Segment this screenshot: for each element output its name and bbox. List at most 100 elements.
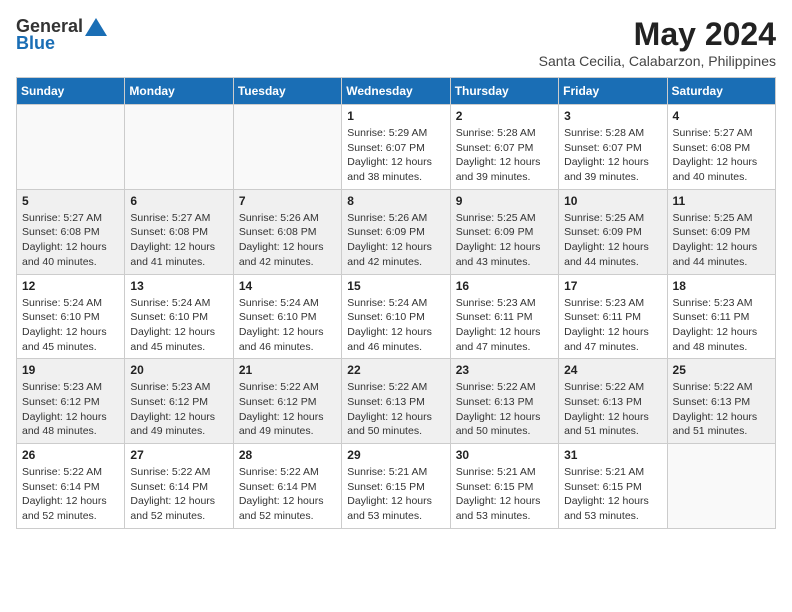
day-number: 22 — [347, 363, 444, 377]
day-info: Sunrise: 5:25 AMSunset: 6:09 PMDaylight:… — [564, 211, 661, 270]
page-header: General Blue May 2024 Santa Cecilia, Cal… — [16, 16, 776, 69]
calendar-cell: 18 Sunrise: 5:23 AMSunset: 6:11 PMDayligh… — [667, 274, 775, 359]
day-number: 3 — [564, 109, 661, 123]
calendar-cell: 7Sunrise: 5:26 AMSunset: 6:08 PMDaylight… — [233, 189, 341, 274]
day-info: Sunrise: 5:22 AMSunset: 6:14 PMDaylight:… — [22, 465, 119, 524]
day-number: 14 — [239, 279, 336, 293]
day-info: Sunrise: 5:28 AMSunset: 6:07 PMDaylight:… — [564, 126, 661, 185]
day-info: Sunrise: 5:27 AMSunset: 6:08 PMDaylight:… — [673, 126, 770, 185]
calendar-table: SundayMondayTuesdayWednesdayThursdayFrid… — [16, 77, 776, 529]
calendar-cell: 14 Sunrise: 5:24 AMSunset: 6:10 PMDayligh… — [233, 274, 341, 359]
weekday-header-tuesday: Tuesday — [233, 78, 341, 105]
day-info: Sunrise: 5:23 AMSunset: 6:12 PMDaylight:… — [22, 380, 119, 439]
calendar-cell: 1 Sunrise: 5:29 AMSunset: 6:07 PMDaylight… — [342, 105, 450, 190]
calendar-week-row: 19 Sunrise: 5:23 AMSunset: 6:12 PMDayligh… — [17, 359, 776, 444]
calendar-cell: 21 Sunrise: 5:22 AMSunset: 6:12 PMDayligh… — [233, 359, 341, 444]
day-number: 26 — [22, 448, 119, 462]
day-info: Sunrise: 5:27 AMSunset: 6:08 PMDaylight:… — [22, 211, 119, 270]
calendar-cell: 30Sunrise: 5:21 AMSunset: 6:15 PMDayligh… — [450, 444, 558, 529]
calendar-cell: 31 Sunrise: 5:21 AMSunset: 6:15 PMDayligh… — [559, 444, 667, 529]
day-number: 1 — [347, 109, 444, 123]
weekday-header-sunday: Sunday — [17, 78, 125, 105]
calendar-week-row: 1 Sunrise: 5:29 AMSunset: 6:07 PMDaylight… — [17, 105, 776, 190]
day-info: Sunrise: 5:26 AMSunset: 6:08 PMDaylight:… — [239, 211, 336, 270]
day-info: Sunrise: 5:24 AMSunset: 6:10 PMDaylight:… — [239, 296, 336, 355]
day-info: Sunrise: 5:21 AMSunset: 6:15 PMDaylight:… — [564, 465, 661, 524]
calendar-week-row: 26 Sunrise: 5:22 AMSunset: 6:14 PMDayligh… — [17, 444, 776, 529]
calendar-cell: 24Sunrise: 5:22 AMSunset: 6:13 PMDayligh… — [559, 359, 667, 444]
calendar-week-row: 12 Sunrise: 5:24 AMSunset: 6:10 PMDayligh… — [17, 274, 776, 359]
calendar-cell: 25 Sunrise: 5:22 AMSunset: 6:13 PMDayligh… — [667, 359, 775, 444]
day-number: 30 — [456, 448, 553, 462]
calendar-cell — [125, 105, 233, 190]
day-number: 5 — [22, 194, 119, 208]
day-number: 20 — [130, 363, 227, 377]
day-info: Sunrise: 5:24 AMSunset: 6:10 PMDaylight:… — [130, 296, 227, 355]
calendar-cell: 28 Sunrise: 5:22 AMSunset: 6:14 PMDayligh… — [233, 444, 341, 529]
day-info: Sunrise: 5:22 AMSunset: 6:13 PMDaylight:… — [673, 380, 770, 439]
day-number: 10 — [564, 194, 661, 208]
calendar-cell: 10 Sunrise: 5:25 AMSunset: 6:09 PMDayligh… — [559, 189, 667, 274]
calendar-cell: 26 Sunrise: 5:22 AMSunset: 6:14 PMDayligh… — [17, 444, 125, 529]
calendar-cell: 16Sunrise: 5:23 AMSunset: 6:11 PMDayligh… — [450, 274, 558, 359]
day-number: 15 — [347, 279, 444, 293]
day-number: 21 — [239, 363, 336, 377]
day-info: Sunrise: 5:22 AMSunset: 6:14 PMDaylight:… — [239, 465, 336, 524]
title-block: May 2024 Santa Cecilia, Calabarzon, Phil… — [539, 16, 776, 69]
day-info: Sunrise: 5:25 AMSunset: 6:09 PMDaylight:… — [456, 211, 553, 270]
weekday-header-friday: Friday — [559, 78, 667, 105]
calendar-cell: 2 Sunrise: 5:28 AMSunset: 6:07 PMDaylight… — [450, 105, 558, 190]
calendar-cell: 20Sunrise: 5:23 AMSunset: 6:12 PMDayligh… — [125, 359, 233, 444]
day-info: Sunrise: 5:24 AMSunset: 6:10 PMDaylight:… — [22, 296, 119, 355]
day-info: Sunrise: 5:28 AMSunset: 6:07 PMDaylight:… — [456, 126, 553, 185]
day-info: Sunrise: 5:25 AMSunset: 6:09 PMDaylight:… — [673, 211, 770, 270]
day-number: 6 — [130, 194, 227, 208]
calendar-cell: 8 Sunrise: 5:26 AMSunset: 6:09 PMDaylight… — [342, 189, 450, 274]
calendar-cell: 11Sunrise: 5:25 AMSunset: 6:09 PMDayligh… — [667, 189, 775, 274]
day-number: 16 — [456, 279, 553, 293]
weekday-header-thursday: Thursday — [450, 78, 558, 105]
calendar-cell: 19 Sunrise: 5:23 AMSunset: 6:12 PMDayligh… — [17, 359, 125, 444]
calendar-cell: 23 Sunrise: 5:22 AMSunset: 6:13 PMDayligh… — [450, 359, 558, 444]
day-info: Sunrise: 5:27 AMSunset: 6:08 PMDaylight:… — [130, 211, 227, 270]
day-info: Sunrise: 5:24 AMSunset: 6:10 PMDaylight:… — [347, 296, 444, 355]
day-number: 23 — [456, 363, 553, 377]
day-info: Sunrise: 5:23 AMSunset: 6:11 PMDaylight:… — [673, 296, 770, 355]
calendar-cell: 5 Sunrise: 5:27 AMSunset: 6:08 PMDaylight… — [17, 189, 125, 274]
day-number: 19 — [22, 363, 119, 377]
day-number: 17 — [564, 279, 661, 293]
day-info: Sunrise: 5:22 AMSunset: 6:13 PMDaylight:… — [564, 380, 661, 439]
calendar-cell — [17, 105, 125, 190]
day-info: Sunrise: 5:21 AMSunset: 6:15 PMDaylight:… — [347, 465, 444, 524]
day-number: 2 — [456, 109, 553, 123]
calendar-cell: 4Sunrise: 5:27 AMSunset: 6:08 PMDaylight… — [667, 105, 775, 190]
calendar-cell: 6 Sunrise: 5:27 AMSunset: 6:08 PMDaylight… — [125, 189, 233, 274]
day-info: Sunrise: 5:29 AMSunset: 6:07 PMDaylight:… — [347, 126, 444, 185]
calendar-cell: 12 Sunrise: 5:24 AMSunset: 6:10 PMDayligh… — [17, 274, 125, 359]
day-info: Sunrise: 5:22 AMSunset: 6:13 PMDaylight:… — [456, 380, 553, 439]
day-number: 28 — [239, 448, 336, 462]
day-number: 25 — [673, 363, 770, 377]
day-info: Sunrise: 5:23 AMSunset: 6:11 PMDaylight:… — [564, 296, 661, 355]
calendar-title: May 2024 — [539, 16, 776, 53]
day-number: 13 — [130, 279, 227, 293]
calendar-location: Santa Cecilia, Calabarzon, Philippines — [539, 53, 776, 69]
day-number: 8 — [347, 194, 444, 208]
weekday-header-row: SundayMondayTuesdayWednesdayThursdayFrid… — [17, 78, 776, 105]
day-info: Sunrise: 5:22 AMSunset: 6:12 PMDaylight:… — [239, 380, 336, 439]
day-number: 18 — [673, 279, 770, 293]
calendar-cell: 15 Sunrise: 5:24 AMSunset: 6:10 PMDayligh… — [342, 274, 450, 359]
day-number: 9 — [456, 194, 553, 208]
day-info: Sunrise: 5:26 AMSunset: 6:09 PMDaylight:… — [347, 211, 444, 270]
calendar-cell — [667, 444, 775, 529]
calendar-cell: 9 Sunrise: 5:25 AMSunset: 6:09 PMDaylight… — [450, 189, 558, 274]
calendar-cell: 22Sunrise: 5:22 AMSunset: 6:13 PMDayligh… — [342, 359, 450, 444]
weekday-header-saturday: Saturday — [667, 78, 775, 105]
calendar-cell: 3 Sunrise: 5:28 AMSunset: 6:07 PMDaylight… — [559, 105, 667, 190]
calendar-week-row: 5 Sunrise: 5:27 AMSunset: 6:08 PMDaylight… — [17, 189, 776, 274]
day-number: 29 — [347, 448, 444, 462]
day-number: 12 — [22, 279, 119, 293]
day-number: 31 — [564, 448, 661, 462]
weekday-header-wednesday: Wednesday — [342, 78, 450, 105]
calendar-cell: 17 Sunrise: 5:23 AMSunset: 6:11 PMDayligh… — [559, 274, 667, 359]
